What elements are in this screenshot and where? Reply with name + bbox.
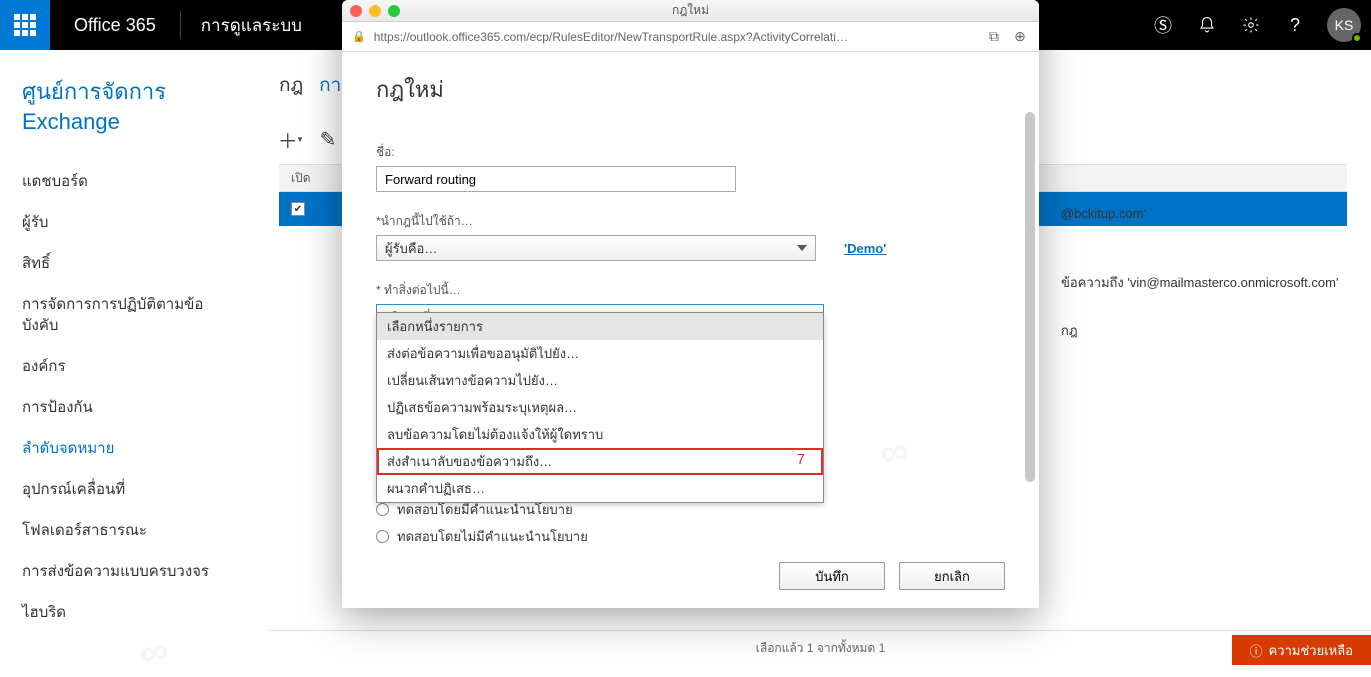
settings-icon[interactable] (1229, 0, 1273, 50)
sidebar: ศูนย์การจัดการ Exchange แดชบอร์ด ผู้รับ … (0, 50, 255, 665)
admin-label: การดูแลระบบ (181, 12, 322, 39)
apply-if-value: ผู้รับคือ… (385, 238, 437, 259)
scroll-thumb[interactable] (1025, 112, 1035, 482)
modal-heading: กฎใหม่ (376, 72, 1005, 107)
annotation-number: 7 (797, 451, 805, 468)
save-button[interactable]: บันทึก (779, 562, 885, 590)
app-launcher-button[interactable] (0, 0, 50, 50)
help-icon[interactable]: ? (1273, 0, 1317, 50)
apply-if-select[interactable]: ผู้รับคือ… (376, 235, 816, 261)
condition-value-link[interactable]: 'Demo' (844, 241, 886, 256)
radio-icon (376, 503, 389, 516)
apply-if-label: *นำกฎนี้ไปใช้ถ้า… (376, 212, 1005, 231)
do-following-label: * ทำสิ่งต่อไปนี้… (376, 281, 1005, 300)
tab-rules[interactable]: กฎ (279, 75, 303, 96)
address-bar: 🔒 https://outlook.office365.com/ecp/Rule… (342, 22, 1039, 52)
detail-line3: กฎ (1061, 317, 1341, 346)
nav-organization[interactable]: องค์กร (22, 346, 233, 387)
nav-unified-messaging[interactable]: การส่งข้อความแบบครบวงจร (22, 551, 233, 592)
sidebar-title: ศูนย์การจัดการ Exchange (22, 74, 233, 135)
mac-titlebar: กฎใหม่ (342, 0, 1039, 22)
url-text: https://outlook.office365.com/ecp/RulesE… (374, 30, 977, 44)
nav-permissions[interactable]: สิทธิ์ (22, 243, 233, 284)
row-checkbox[interactable]: ✔ (291, 202, 305, 216)
notifications-icon[interactable] (1185, 0, 1229, 50)
add-button[interactable]: ＋▾ (279, 128, 301, 150)
page-footer: เลือกแล้ว 1 จากทั้งหมด 1 (270, 630, 1371, 665)
detail-line1: @bckitup.com' (1061, 200, 1341, 229)
nav-public-folders[interactable]: โฟลเดอร์สาธารณะ (22, 510, 233, 551)
nav-mobile[interactable]: อุปกรณ์เคลื่อนที่ (22, 469, 233, 510)
col-enabled: เปิด (291, 169, 311, 188)
waffle-icon (14, 14, 36, 36)
nav-recipients[interactable]: ผู้รับ (22, 202, 233, 243)
chevron-down-icon (797, 245, 807, 251)
modal-footer: บันทึก ยกเลิก (779, 562, 1005, 590)
lock-icon: 🔒 (352, 30, 366, 43)
radio-icon (376, 530, 389, 543)
nav-compliance[interactable]: การจัดการการปฏิบัติตามข้อบังคับ (22, 284, 233, 346)
translate-icon[interactable]: ⧉ (985, 28, 1003, 45)
edit-button[interactable]: ✎ (317, 128, 339, 150)
window-title: กฎใหม่ (342, 1, 1039, 20)
dd-option-select-one[interactable]: เลือกหนึ่งรายการ (377, 313, 823, 340)
dd-option-delete-silent[interactable]: ลบข้อความโดยไม่ต้องแจ้งให้ผู้ใดทราบ (377, 421, 823, 448)
detail-panel: @bckitup.com' ข้อความถึง 'vin@mailmaster… (1051, 190, 1371, 356)
dd-option-forward-approval[interactable]: ส่งต่อข้อความเพื่อขออนุมัติไปยัง… (377, 340, 823, 367)
rule-name-input[interactable] (376, 166, 736, 192)
action-dropdown: เลือกหนึ่งรายการ ส่งต่อข้อความเพื่อขออนุ… (376, 312, 824, 503)
detail-line2: ข้อความถึง 'vin@mailmasterco.onmicrosoft… (1061, 269, 1341, 298)
nav-mailflow[interactable]: ลำดับจดหมาย (22, 428, 233, 469)
user-avatar[interactable]: KS (1327, 8, 1361, 42)
dd-option-bcc[interactable]: ส่งสำเนาลับของข้อความถึง…7 (377, 448, 823, 475)
radio-test-without-tips[interactable]: ทดสอบโดยไม่มีคำแนะนำนโยบาย (376, 523, 1005, 550)
zoom-icon[interactable]: ⊕ (1011, 28, 1029, 45)
help-label: ความช่วยเหลือ (1269, 640, 1353, 661)
nav-protection[interactable]: การป้องกัน (22, 387, 233, 428)
name-label: ชื่อ: (376, 143, 1005, 162)
brand-label: Office 365 (50, 15, 180, 36)
new-rule-modal: กฎใหม่ 🔒 https://outlook.office365.com/e… (342, 0, 1039, 608)
dd-option-redirect[interactable]: เปลี่ยนเส้นทางข้อความไปยัง… (377, 367, 823, 394)
selection-status: เลือกแล้ว 1 จากทั้งหมด 1 (756, 639, 886, 658)
avatar-initials: KS (1335, 17, 1354, 33)
presence-indicator (1352, 33, 1362, 43)
nav-dashboard[interactable]: แดชบอร์ด (22, 161, 233, 202)
tab-next[interactable]: กา (319, 75, 341, 96)
help-button[interactable]: ⓘ ความช่วยเหลือ (1232, 635, 1371, 665)
audit-radio-group: ทดสอบโดยมีคำแนะนำนโยบาย ทดสอบโดยไม่มีคำแ… (376, 496, 1005, 550)
dd-option-reject[interactable]: ปฏิเสธข้อความพร้อมระบุเหตุผล… (377, 394, 823, 421)
help-info-icon: ⓘ (1250, 641, 1263, 660)
modal-scrollbar[interactable] (1025, 112, 1035, 572)
dd-option-disclaimer[interactable]: ผนวกคำปฏิเสธ… (377, 475, 823, 502)
cancel-button[interactable]: ยกเลิก (899, 562, 1005, 590)
nav-hybrid[interactable]: ไฮบริด (22, 592, 233, 633)
modal-body: กฎใหม่ ชื่อ: *นำกฎนี้ไปใช้ถ้า… ผู้รับคือ… (342, 52, 1039, 608)
skype-icon[interactable]: Ⓢ (1141, 0, 1185, 50)
